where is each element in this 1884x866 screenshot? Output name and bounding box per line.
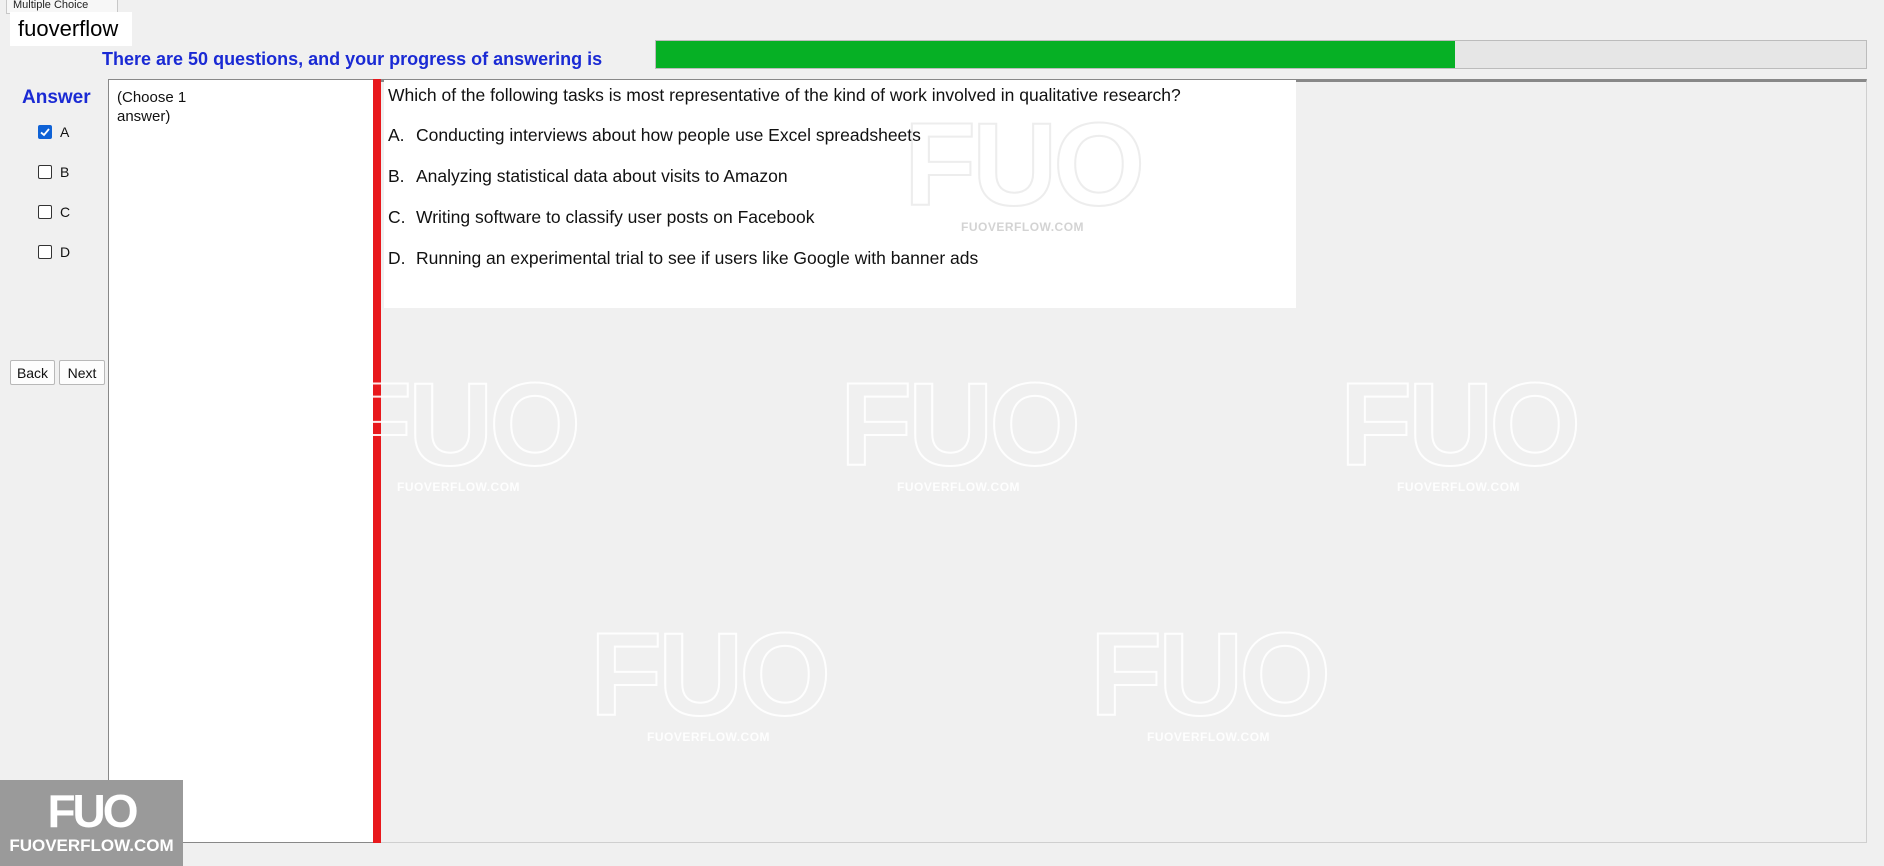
answer-option-label: A [60, 124, 70, 140]
watermark: FUO FUOVERFLOW.COM [1339, 359, 1582, 494]
checkbox-b[interactable] [38, 165, 52, 179]
answer-option-d[interactable]: D [38, 244, 70, 260]
instruction-panel: (Choose 1 answer) [108, 79, 376, 843]
back-button[interactable]: Back [10, 360, 55, 385]
question-option-c: C. Writing software to classify user post… [388, 207, 815, 227]
answer-option-a[interactable]: A [38, 124, 69, 140]
answer-option-label: B [60, 164, 70, 180]
answer-option-c[interactable]: C [38, 204, 70, 220]
answer-option-b[interactable]: B [38, 164, 69, 180]
answer-title: Answer [22, 87, 91, 108]
fuoverflow-logo: FUO FUOVERFLOW.COM [0, 780, 183, 866]
app-title: fuoverflow [10, 12, 133, 46]
progress-bar [655, 40, 1867, 69]
answer-option-label: D [60, 244, 71, 260]
watermark: FUO FUOVERFLOW.COM [1089, 609, 1332, 744]
checkbox-c[interactable] [38, 205, 52, 219]
next-button[interactable]: Next [59, 360, 105, 385]
watermark: FUO FUOVERFLOW.COM [903, 99, 1146, 234]
checkbox-a[interactable] [38, 125, 52, 139]
question-option-a: A. Conducting interviews about how people… [388, 125, 921, 145]
watermark: FUO FUOVERFLOW.COM [339, 359, 582, 494]
question-option-d: D. Running an experimental trial to see i… [388, 248, 979, 268]
check-icon [40, 128, 50, 137]
progress-fill [656, 41, 1455, 68]
question-option-b: B. Analyzing statistical data about visit… [388, 166, 788, 186]
answer-option-label: C [60, 204, 71, 220]
checkbox-d[interactable] [38, 245, 52, 259]
question-box: Which of the following tasks is most rep… [384, 80, 1296, 308]
watermark: FUO FUOVERFLOW.COM [839, 359, 1082, 494]
watermark: FUO FUOVERFLOW.COM [589, 609, 832, 744]
instruction-text: (Choose 1 answer) [117, 89, 187, 125]
progress-label: There are 50 questions, and your progres… [102, 49, 603, 69]
